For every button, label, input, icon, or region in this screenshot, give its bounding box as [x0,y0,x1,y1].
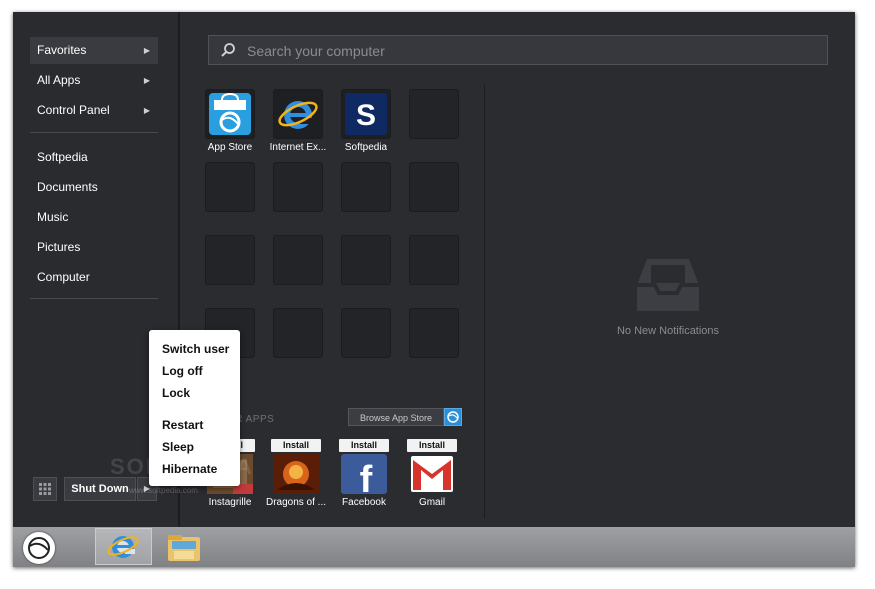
app-tile-app-store[interactable] [205,89,255,139]
app-label: Facebook [342,497,386,508]
empty-tile[interactable] [205,235,255,285]
sidebar-item-label: Music [37,210,69,224]
shut-down-button[interactable]: Shut Down [64,477,136,501]
file-explorer-icon[interactable] [166,531,202,563]
menu-item-lock[interactable]: Lock [162,386,190,400]
start-orb-icon [28,537,50,559]
chevron-right-icon: ▶ [143,46,150,55]
panel-divider [484,84,485,518]
svg-text:f: f [360,459,373,494]
internet-explorer-icon [107,536,139,558]
install-button[interactable]: Install [339,439,389,452]
empty-tile[interactable] [341,235,391,285]
grid-icon [39,483,51,495]
empty-tile[interactable] [273,235,323,285]
watermark-url: www.softpedia.com [129,486,198,495]
search-input[interactable] [245,36,809,66]
app-store-icon [209,92,251,135]
gmail-icon [411,456,453,492]
sidebar-item-computer[interactable]: Computer [30,264,158,291]
empty-tile[interactable] [273,308,323,358]
divider [30,132,158,133]
no-notifications-text: No New Notifications [616,325,720,337]
app-store-mini-icon[interactable] [444,408,462,426]
install-button[interactable]: Install [407,439,457,452]
menu-item-hibernate[interactable]: Hibernate [162,462,217,476]
sidebar-item-music[interactable]: Music [30,204,158,231]
app-tile-internet-explorer[interactable] [273,89,323,139]
sidebar-item-softpedia[interactable]: Softpedia [30,144,158,171]
svg-text:S: S [356,99,376,132]
empty-tile[interactable] [409,162,459,212]
sidebar-item-label: Computer [37,270,90,284]
start-button[interactable] [23,532,55,564]
taskbar-internet-explorer[interactable] [95,528,152,565]
all-apps-grid-button[interactable] [33,477,57,501]
search-box[interactable] [208,35,828,66]
browse-app-store-button[interactable]: Browse App Store [348,408,444,426]
start-menu-window: Favorites ▶ All Apps ▶ Control Panel ▶ S… [13,12,855,567]
inbox-icon [637,259,699,311]
search-icon [221,43,235,57]
sidebar-item-control-panel[interactable]: Control Panel ▶ [30,97,158,124]
sidebar-item-label: Softpedia [37,150,88,164]
empty-tile[interactable] [205,162,255,212]
facebook-icon: f [341,454,387,494]
sidebar-item-documents[interactable]: Documents [30,174,158,201]
menu-item-switch-user[interactable]: Switch user [162,342,229,356]
power-options-menu: Switch user Log off Lock Restart Sleep H… [149,330,240,486]
app-label: Internet Ex... [269,142,327,153]
empty-tile[interactable] [273,162,323,212]
empty-tile[interactable] [409,89,459,139]
sidebar-item-label: All Apps [37,73,81,87]
internet-explorer-icon [278,101,318,129]
app-label: Softpedia [344,142,388,153]
dragons-icon [273,454,319,494]
empty-tile[interactable] [341,308,391,358]
sidebar-item-label: Control Panel [37,103,110,117]
app-label: App Store [207,142,253,153]
install-button[interactable]: Install [271,439,321,452]
sidebar-item-favorites[interactable]: Favorites ▶ [30,37,158,64]
empty-tile[interactable] [409,308,459,358]
sidebar-item-label: Pictures [37,240,81,254]
menu-item-log-off[interactable]: Log off [162,364,203,378]
sidebar-item-all-apps[interactable]: All Apps ▶ [30,67,158,94]
chevron-right-icon: ▶ [143,76,150,85]
menu-item-restart[interactable]: Restart [162,418,203,432]
empty-tile[interactable] [341,162,391,212]
taskbar [13,527,855,567]
app-label: Gmail [418,497,446,508]
app-label: Instagrille [208,497,252,508]
empty-tile[interactable] [409,235,459,285]
chevron-right-icon: ▶ [143,106,150,115]
softpedia-icon: S [345,93,387,135]
app-label: Dragons of ... [265,497,327,508]
app-tile-softpedia[interactable]: S [341,89,391,139]
sidebar-item-label: Favorites [37,43,87,57]
divider [30,298,158,299]
sidebar-item-pictures[interactable]: Pictures [30,234,158,261]
menu-item-sleep[interactable]: Sleep [162,440,194,454]
sidebar-item-label: Documents [37,180,98,194]
